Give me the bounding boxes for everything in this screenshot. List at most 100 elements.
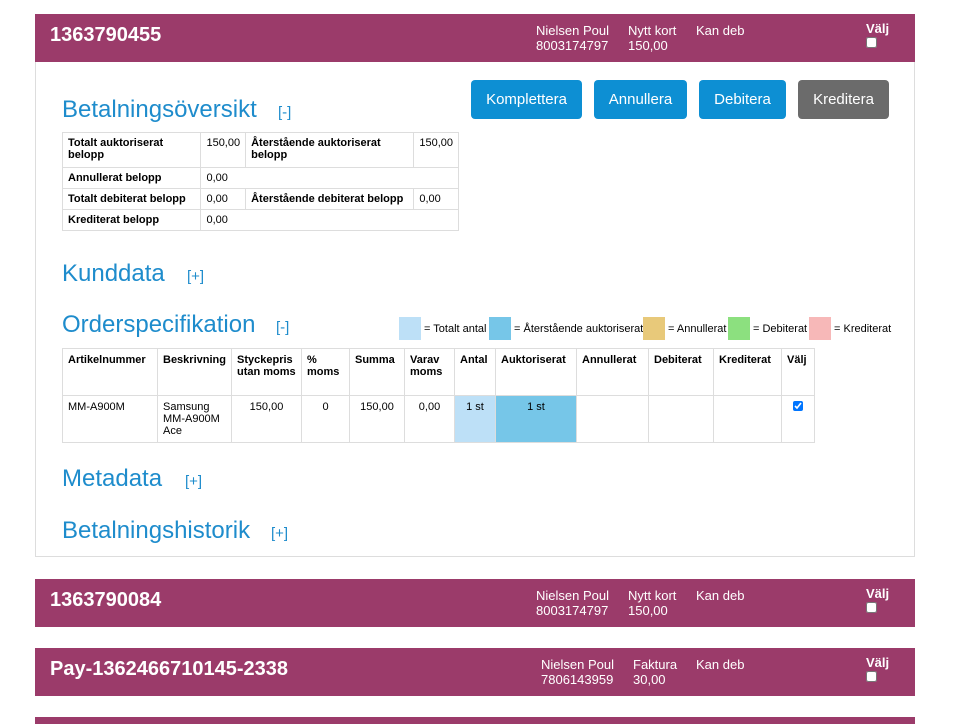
legend-label-credited: = Krediterat	[834, 323, 892, 335]
remaining-debited-label: Återstående debiterat belopp	[245, 188, 415, 210]
legend-swatch-cancelled	[643, 317, 665, 340]
cancelled-label: Annullerat belopp	[61, 167, 202, 189]
customer-data-toggle[interactable]: [+]	[187, 268, 204, 285]
complete-button[interactable]: Komplettera	[471, 80, 582, 119]
col-description: Beskrivning	[157, 348, 232, 396]
cell-debited	[648, 395, 714, 443]
order-id: 1363790084	[50, 589, 162, 611]
legend-label-remaining: = Återstående auktoriserat	[514, 323, 644, 335]
customer-info: Nielsen Poul 8003174797	[536, 23, 609, 53]
cell-sum: 150,00	[349, 395, 405, 443]
payment-history-toggle[interactable]: [+]	[271, 525, 288, 542]
select-order-checkbox[interactable]	[866, 37, 877, 48]
payment-overview-toggle[interactable]: [-]	[278, 104, 291, 121]
customer-info: Nielsen Poul 7806143959	[541, 657, 614, 687]
col-sum: Summa	[349, 348, 405, 396]
select-order-checkbox[interactable]	[866, 602, 877, 613]
cancel-button[interactable]: Annullera	[594, 80, 687, 119]
customer-data-title: Kunddata	[62, 260, 165, 287]
payment-type: Nytt kort	[628, 23, 677, 38]
order-id: Pay-1362466710145-2338	[50, 658, 288, 680]
col-unit-price: Styckepris utan moms	[231, 348, 302, 396]
cell-credited	[713, 395, 782, 443]
cell-cancelled	[576, 395, 649, 443]
order-status: Kan deb	[696, 23, 745, 38]
payment-info: Faktura 30,00	[633, 657, 677, 687]
customer-name: Nielsen Poul	[536, 588, 609, 603]
order-status: Kan deb	[696, 657, 745, 672]
select-label: Välj	[866, 21, 890, 36]
payment-info: Nytt kort 150,00	[628, 588, 676, 618]
table-header-row: Artikelnummer Beskrivning Styckepris uta…	[62, 348, 815, 396]
cell-description: Samsung MM-A900M Ace	[157, 395, 232, 443]
cell-vat: 0,00	[404, 395, 455, 443]
select-label: Välj	[866, 655, 890, 670]
metadata-title: Metadata	[62, 465, 163, 492]
payment-overview-title: Betalningsöversikt	[62, 96, 257, 123]
payment-info: Nytt kort 150,00	[628, 23, 676, 53]
total-authorized-value: 150,00	[200, 132, 247, 168]
select-label: Välj	[866, 586, 890, 601]
select-order: Välj	[866, 586, 889, 613]
order-header[interactable]: Pay-1362466710145-2338 Nielsen Poul 7806…	[35, 648, 915, 696]
order-card: Pay-1362466710145-2338 Nielsen Poul 7806…	[35, 648, 915, 696]
customer-info: Nielsen Poul 8003174797	[536, 588, 609, 618]
col-authorized: Auktoriserat	[495, 348, 577, 396]
col-vat: Varav moms	[404, 348, 455, 396]
col-credited: Krediterat	[713, 348, 782, 396]
order-card-partial	[35, 717, 915, 724]
order-spec-title: Orderspecifikation	[62, 311, 256, 338]
legend-label-debited: = Debiterat	[753, 323, 808, 335]
order-spec-table: Artikelnummer Beskrivning Styckepris uta…	[62, 348, 815, 443]
order-card: 1363790084 Nielsen Poul 8003174797 Nytt …	[35, 579, 915, 627]
total-authorized-label: Totalt auktoriserat belopp	[61, 132, 202, 168]
legend-label-cancelled: = Annullerat	[668, 323, 727, 335]
metadata-toggle[interactable]: [+]	[185, 473, 202, 490]
select-order: Välj	[866, 21, 889, 48]
cell-select	[781, 395, 815, 443]
order-amount: 150,00	[628, 38, 668, 53]
payment-type: Faktura	[633, 657, 678, 672]
order-id: 1363790455	[50, 24, 162, 46]
customer-number: 8003174797	[536, 38, 609, 53]
order-header[interactable]: 1363790084 Nielsen Poul 8003174797 Nytt …	[35, 579, 915, 627]
col-article: Artikelnummer	[62, 348, 158, 396]
col-vat-pct: % moms	[301, 348, 350, 396]
customer-number: 7806143959	[541, 672, 614, 687]
order-status: Kan deb	[696, 588, 745, 603]
legend-swatch-total	[399, 317, 421, 340]
table-row: MM-A900M Samsung MM-A900M Ace 150,00 0 1…	[62, 395, 815, 443]
remaining-debited-value: 0,00	[413, 188, 459, 210]
remaining-authorized-value: 150,00	[413, 132, 459, 168]
total-debited-label: Totalt debiterat belopp	[61, 188, 202, 210]
legend-label-total: = Totalt antal	[424, 323, 487, 335]
order-spec-toggle[interactable]: [-]	[276, 319, 289, 336]
total-debited-value: 0,00	[200, 188, 247, 210]
col-qty: Antal	[454, 348, 496, 396]
legend-swatch-debited	[728, 317, 750, 340]
col-debited: Debiterat	[648, 348, 714, 396]
select-order: Välj	[866, 655, 889, 682]
cell-vat-pct: 0	[301, 395, 350, 443]
debit-button[interactable]: Debitera	[699, 80, 786, 119]
credited-value: 0,00	[200, 209, 459, 231]
order-amount: 150,00	[628, 603, 668, 618]
customer-name: Nielsen Poul	[536, 23, 609, 38]
cell-unit-price: 150,00	[231, 395, 302, 443]
legend-swatch-remaining	[489, 317, 511, 340]
cancelled-value: 0,00	[200, 167, 459, 189]
remaining-authorized-label: Återstående auktoriserat belopp	[245, 132, 415, 168]
legend-swatch-credited	[809, 317, 831, 340]
credit-button[interactable]: Kreditera	[798, 80, 889, 119]
customer-number: 8003174797	[536, 603, 609, 618]
order-header[interactable]: 1363790455 Nielsen Poul 8003174797 Nytt …	[35, 14, 915, 62]
order-card: 1363790455 Nielsen Poul 8003174797 Nytt …	[35, 14, 915, 557]
select-order-checkbox[interactable]	[866, 671, 877, 682]
row-select-checkbox[interactable]	[793, 401, 803, 411]
col-cancelled: Annullerat	[576, 348, 649, 396]
customer-name: Nielsen Poul	[541, 657, 614, 672]
cell-article: MM-A900M	[62, 395, 158, 443]
payment-overview-table: Totalt auktoriserat belopp 150,00 Återst…	[61, 132, 459, 231]
payment-history-title: Betalningshistorik	[62, 517, 251, 544]
order-details: Komplettera Annullera Debitera Kreditera…	[35, 62, 915, 557]
